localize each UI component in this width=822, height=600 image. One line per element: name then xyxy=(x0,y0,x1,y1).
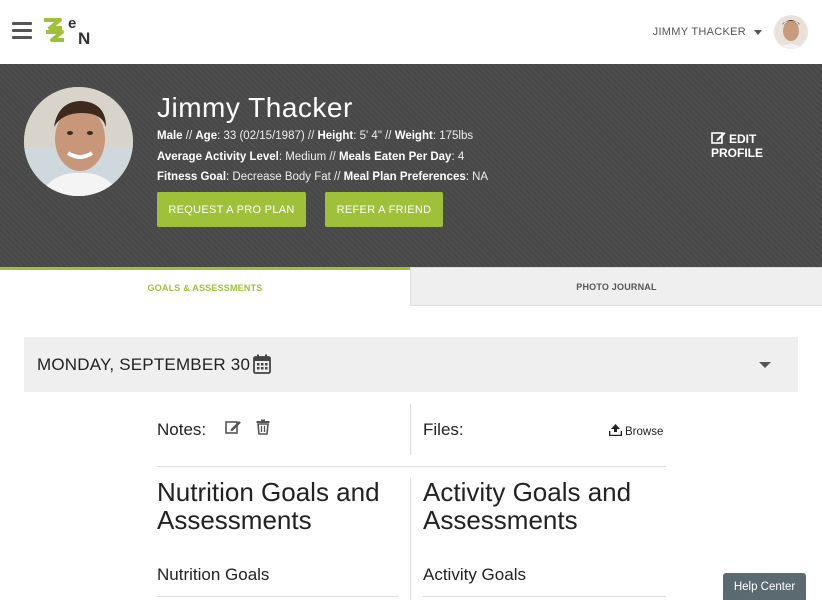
request-pro-plan-button[interactable]: REQUEST A PRO PLAN xyxy=(157,192,306,227)
edit-profile-label-2: PROFILE xyxy=(711,146,764,160)
edit-profile-button[interactable]: EDIT PROFILE xyxy=(711,131,763,160)
nutrition-goals-subheading: Nutrition Goals xyxy=(157,565,270,584)
tab-goals-assessments[interactable]: GOALS & ASSESSMENTS xyxy=(0,267,410,306)
upload-icon xyxy=(608,424,625,439)
edit-icon xyxy=(711,131,729,147)
date-label: MONDAY, SEPTEMBER 30 xyxy=(37,355,251,374)
help-center-button[interactable]: Help Center xyxy=(723,573,806,600)
divider xyxy=(423,596,666,597)
top-bar: e N JIMMY THACKER xyxy=(0,0,822,64)
profile-stats-line: Male // Age: 33 (02/15/1987) // Height: … xyxy=(157,130,474,142)
date-selector[interactable]: MONDAY, SEPTEMBER 30 xyxy=(24,337,798,392)
refer-a-friend-button[interactable]: REFER A FRIEND xyxy=(325,192,443,227)
activity-goals-subheading: Activity Goals xyxy=(423,565,526,584)
user-menu[interactable]: JIMMY THACKER xyxy=(653,14,808,50)
profile-activity-line: Average Activity Level: Medium // Meals … xyxy=(157,151,465,163)
avatar[interactable] xyxy=(774,15,808,49)
calendar-icon[interactable] xyxy=(253,354,271,379)
profile-banner: Jimmy Thacker Male // Age: 33 (02/15/198… xyxy=(0,64,822,268)
notes-label: Notes: xyxy=(157,420,207,439)
activity-heading: Activity Goals and Assessments xyxy=(423,477,632,535)
browse-label: Browse xyxy=(625,425,664,438)
divider xyxy=(157,596,399,597)
zen-logo[interactable]: e N xyxy=(42,14,106,48)
divider xyxy=(410,404,411,455)
chevron-down-icon xyxy=(754,29,762,35)
profile-name: Jimmy Thacker xyxy=(157,92,353,123)
files-label: Files: xyxy=(423,420,464,439)
profile-goal-line: Fitness Goal: Decrease Body Fat // Meal … xyxy=(157,171,489,183)
divider xyxy=(410,478,411,600)
tab-photo-journal[interactable]: PHOTO JOURNAL xyxy=(410,267,822,306)
svg-text:N: N xyxy=(78,29,90,48)
user-name: JIMMY THACKER xyxy=(652,26,746,38)
trash-icon[interactable] xyxy=(256,419,270,440)
divider xyxy=(157,466,666,467)
menu-icon[interactable] xyxy=(12,22,32,40)
profile-avatar xyxy=(24,87,133,196)
chevron-down-icon[interactable] xyxy=(759,362,771,368)
svg-text:e: e xyxy=(68,15,76,32)
nutrition-heading: Nutrition Goals and Assessments xyxy=(157,477,380,535)
edit-profile-label-1: EDIT xyxy=(729,131,757,146)
browse-button[interactable]: Browse xyxy=(608,424,664,439)
edit-notes-icon[interactable] xyxy=(225,419,242,440)
tab-bar: GOALS & ASSESSMENTS PHOTO JOURNAL xyxy=(0,267,822,306)
